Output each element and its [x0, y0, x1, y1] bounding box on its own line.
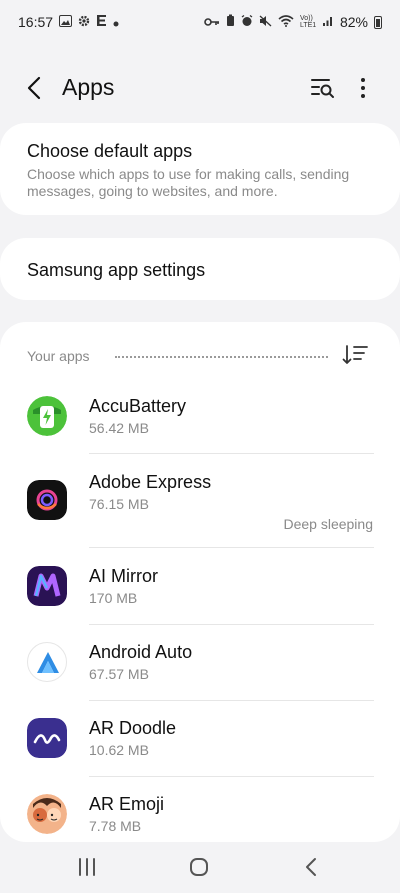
app-list-item[interactable]: Android Auto 67.57 MB [0, 624, 400, 701]
toolbar: Apps [0, 62, 400, 114]
app-list-item[interactable]: AI Mirror 170 MB [0, 548, 400, 625]
app-list-item[interactable]: AR Emoji 7.78 MB [0, 776, 400, 842]
choose-default-apps-subtitle: Choose which apps to use for making call… [27, 166, 350, 199]
app-size: 56.42 MB [89, 420, 149, 436]
app-list-item[interactable]: AccuBattery 56.42 MB [0, 388, 400, 464]
sort-icon [342, 345, 368, 364]
app-name: AR Doodle [89, 718, 177, 738]
status-time: 16:57 [18, 14, 54, 30]
your-apps-label: Your apps [27, 348, 90, 364]
app-size: 67.57 MB [89, 666, 149, 682]
gallery-icon [59, 14, 73, 30]
battery-saver-icon [226, 14, 235, 30]
volte-icon: Vo)) LTE1 [299, 15, 317, 29]
app-name: Adobe Express [89, 472, 212, 492]
system-back-button[interactable] [302, 856, 322, 878]
choose-default-apps-card[interactable]: Choose default apps Choose which apps to… [0, 123, 400, 215]
recent-apps-icon [79, 858, 95, 876]
choose-default-apps-title: Choose default apps [27, 141, 193, 161]
android-auto-icon [27, 642, 67, 682]
your-apps-card: Your apps AccuBattery 56.42 MB Adobe Exp… [0, 322, 400, 842]
back-button[interactable] [22, 74, 50, 102]
settings-gear-icon [78, 14, 90, 30]
app-list-item[interactable]: Adobe Express 76.15 MB Deep sleeping [0, 464, 400, 548]
sort-button[interactable] [342, 344, 370, 366]
app-size: 170 MB [89, 590, 138, 606]
ar-doodle-icon [27, 718, 67, 758]
e-app-icon [96, 14, 107, 30]
app-size: 76.15 MB [89, 496, 149, 512]
app-name: AR Emoji [89, 794, 165, 814]
alarm-icon [241, 14, 253, 30]
search-apps-button[interactable] [309, 76, 337, 100]
list-divider [89, 453, 374, 454]
ai-mirror-icon [27, 566, 67, 606]
navigation-bar [0, 843, 400, 893]
status-bar: 16:57 Vo)) LTE1 82% [0, 0, 400, 44]
app-name: AccuBattery [89, 396, 187, 416]
app-name: AI Mirror [89, 566, 158, 586]
section-divider-dotted [115, 356, 328, 358]
status-right: Vo)) LTE1 82% [204, 14, 382, 30]
more-vertical-icon [361, 78, 365, 98]
app-status: Deep sleeping [283, 516, 373, 532]
page-title: Apps [62, 74, 115, 100]
adobe-express-icon [27, 480, 67, 520]
app-size: 7.78 MB [89, 818, 142, 834]
dot-icon [113, 14, 119, 30]
home-button[interactable] [188, 856, 210, 878]
list-search-icon [311, 79, 334, 98]
recent-apps-button[interactable] [76, 856, 98, 878]
key-icon [204, 14, 220, 30]
mute-icon [259, 14, 272, 30]
app-size: 10.62 MB [89, 742, 149, 758]
home-icon [190, 858, 208, 876]
battery-icon [374, 15, 382, 29]
samsung-app-settings-card[interactable]: Samsung app settings [0, 238, 400, 300]
accubattery-icon [27, 396, 67, 436]
app-list-item[interactable]: AR Doodle 10.62 MB [0, 700, 400, 777]
back-chevron-icon [306, 858, 316, 876]
status-left: 16:57 [18, 14, 119, 30]
samsung-app-settings-title: Samsung app settings [27, 260, 206, 280]
battery-percent: 82% [339, 14, 368, 30]
more-options-button[interactable] [352, 74, 374, 102]
back-arrow-icon [27, 76, 41, 100]
ar-emoji-icon [27, 794, 67, 834]
signal-icon [322, 14, 334, 30]
wifi-icon [278, 14, 294, 30]
app-name: Android Auto [89, 642, 193, 662]
